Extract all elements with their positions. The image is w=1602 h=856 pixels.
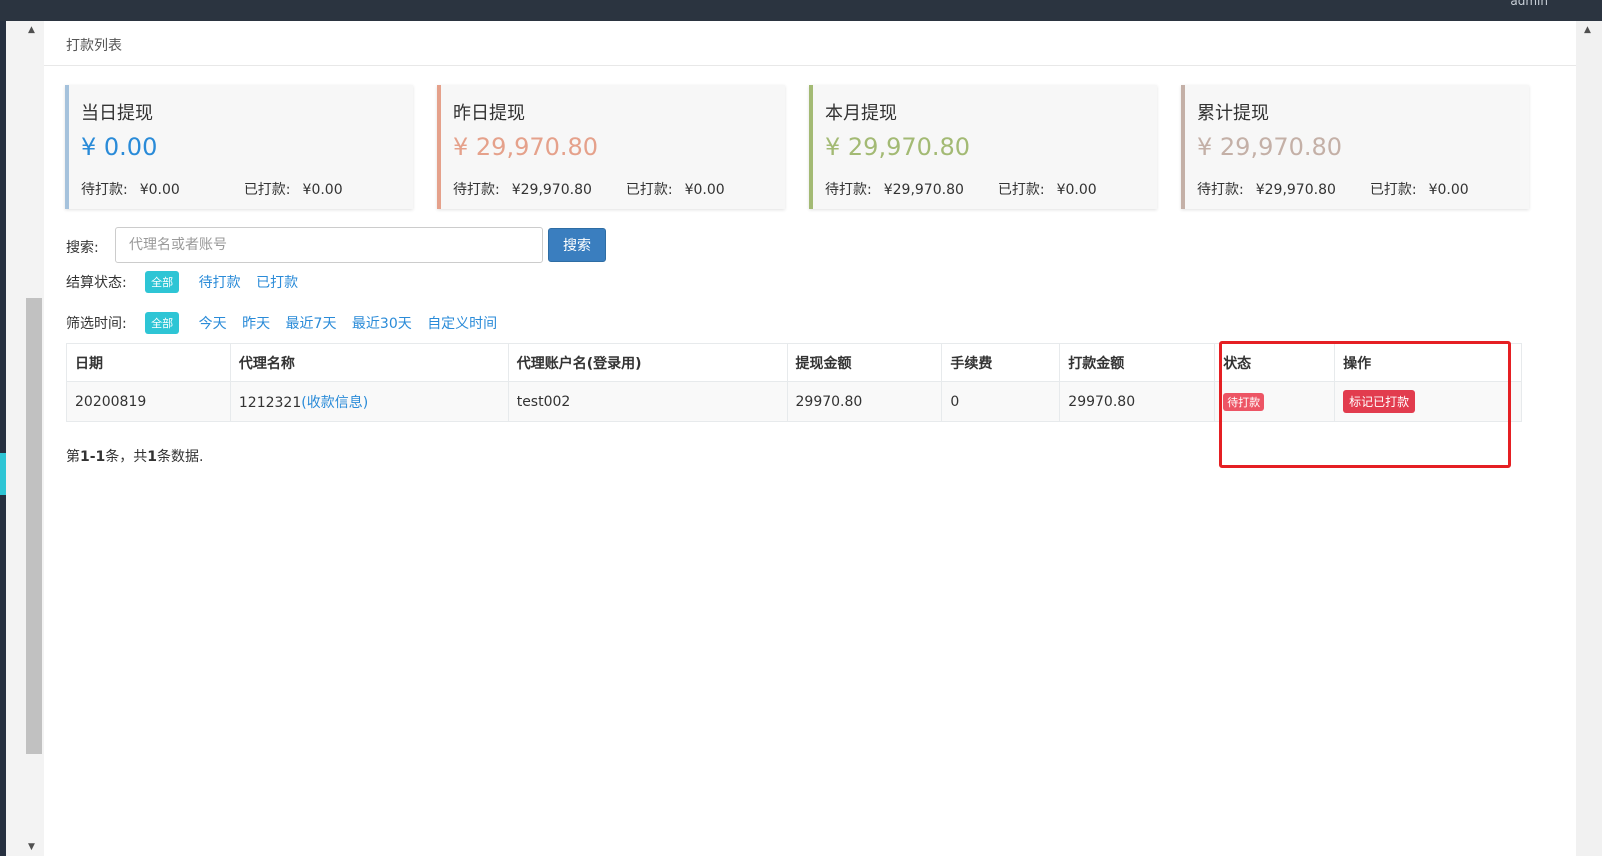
- cell-date: 20200819: [66, 381, 231, 422]
- left-scrollbar[interactable]: ▲ ▼: [6, 21, 44, 856]
- time-filter-custom[interactable]: 自定义时间: [427, 316, 497, 332]
- status-filter-pending[interactable]: 待打款: [199, 275, 241, 291]
- time-filter-label: 筛选时间:: [66, 316, 127, 332]
- col-withdraw-amount[interactable]: 提现金额: [786, 343, 943, 382]
- stat-sub: 待打款: ¥29,970.80 已打款: ¥0.00: [825, 179, 1109, 199]
- time-filter-row: 筛选时间: 全部 今天 昨天 最近7天 最近30天 自定义时间: [66, 312, 497, 334]
- right-scrollbar[interactable]: ▲: [1576, 21, 1602, 856]
- stat-card-yesterday: 昨日提现 ¥ 29,970.80 待打款: ¥29,970.80 已打款: ¥0.00: [437, 85, 785, 209]
- pending-value: ¥29,970.80: [511, 182, 592, 198]
- stat-amount: ¥ 29,970.80: [825, 133, 971, 161]
- time-filter-all[interactable]: 全部: [145, 312, 180, 334]
- paid-value: ¥0.00: [1056, 182, 1097, 198]
- cell-status: 待打款: [1214, 381, 1336, 422]
- stat-title: 本月提现: [825, 103, 897, 124]
- status-filter-label: 结算状态:: [66, 275, 127, 291]
- table-row: 20200819 1212321(收款信息) test002 29970.80 …: [66, 381, 1522, 422]
- paid-label: 已打款:: [625, 182, 673, 198]
- pending-label: 待打款:: [453, 182, 500, 198]
- paid-value: ¥0.00: [1428, 182, 1469, 198]
- scroll-up-icon[interactable]: ▲: [28, 25, 35, 35]
- pagination-summary: 第1-1条，共1条数据.: [66, 446, 204, 466]
- stat-card-total: 累计提现 ¥ 29,970.80 待打款: ¥29,970.80 已打款: ¥0.00: [1181, 85, 1529, 209]
- summary-range: 1-1: [80, 449, 106, 465]
- cell-withdraw: 29970.80: [786, 381, 943, 422]
- scrollbar-thumb[interactable]: [26, 298, 42, 754]
- cell-account: test002: [507, 381, 788, 422]
- stat-amount: ¥ 29,970.80: [453, 133, 599, 161]
- status-filter-all[interactable]: 全部: [145, 271, 180, 293]
- col-status: 状态: [1214, 343, 1336, 382]
- col-fee[interactable]: 手续费: [941, 343, 1061, 382]
- stat-sub: 待打款: ¥0.00 已打款: ¥0.00: [81, 179, 355, 199]
- agent-name: 1212321: [238, 394, 302, 411]
- paid-value: ¥0.00: [684, 182, 725, 198]
- paid-value: ¥0.00: [302, 182, 343, 198]
- cell-action: 标记已打款: [1334, 381, 1522, 422]
- col-agent-name[interactable]: 代理名称: [229, 343, 509, 382]
- time-filter-today[interactable]: 今天: [199, 316, 227, 332]
- col-action: 操作: [1334, 343, 1522, 382]
- stat-title: 当日提现: [81, 103, 153, 124]
- stat-sub: 待打款: ¥29,970.80 已打款: ¥0.00: [453, 179, 737, 199]
- scroll-up-icon[interactable]: ▲: [1584, 25, 1591, 35]
- pending-value: ¥29,970.80: [1255, 182, 1336, 198]
- col-date[interactable]: 日期: [66, 343, 231, 382]
- search-input[interactable]: [115, 227, 543, 263]
- summary-suffix: 条数据.: [157, 449, 204, 465]
- paid-label: 已打款:: [243, 182, 291, 198]
- pending-label: 待打款:: [1197, 182, 1244, 198]
- top-bar: admin: [0, 0, 1602, 21]
- panel-title: 打款列表: [44, 21, 1576, 66]
- pending-value: ¥0.00: [139, 182, 180, 198]
- stat-card-month: 本月提现 ¥ 29,970.80 待打款: ¥29,970.80 已打款: ¥0.00: [809, 85, 1157, 209]
- col-agent-account[interactable]: 代理账户名(登录用): [507, 343, 788, 382]
- stat-amount: ¥ 0.00: [81, 133, 158, 161]
- payment-list-panel: 打款列表 当日提现 ¥ 0.00 待打款: ¥0.00 已打款: ¥0.00 昨日提现…: [44, 21, 1576, 856]
- status-filter-row: 结算状态: 全部 待打款 已打款: [66, 271, 298, 293]
- stat-card-today: 当日提现 ¥ 0.00 待打款: ¥0.00 已打款: ¥0.00: [65, 85, 413, 209]
- pending-label: 待打款:: [81, 182, 128, 198]
- scroll-down-icon[interactable]: ▼: [28, 842, 35, 852]
- col-paid-amount[interactable]: 打款金额: [1059, 343, 1216, 382]
- status-badge: 待打款: [1223, 392, 1265, 411]
- time-filter-30days[interactable]: 最近30天: [352, 316, 412, 332]
- search-button[interactable]: 搜索: [548, 228, 606, 262]
- payment-table: 日期 代理名称 代理账户名(登录用) 提现金额 手续费 打款金额 状态 操作 2…: [66, 343, 1522, 422]
- stat-sub: 待打款: ¥29,970.80 已打款: ¥0.00: [1197, 179, 1481, 199]
- paid-label: 已打款:: [1369, 182, 1417, 198]
- summary-mid: 条，共: [105, 449, 148, 465]
- user-name[interactable]: admin: [1510, 0, 1548, 8]
- summary-prefix: 第: [66, 449, 80, 465]
- cell-paid: 29970.80: [1059, 381, 1216, 422]
- paid-label: 已打款:: [997, 182, 1045, 198]
- cell-agent: 1212321(收款信息): [229, 381, 509, 422]
- stat-title: 累计提现: [1197, 103, 1269, 124]
- summary-total: 1: [147, 449, 158, 465]
- pending-label: 待打款:: [825, 182, 872, 198]
- mark-paid-button[interactable]: 标记已打款: [1343, 390, 1416, 413]
- time-filter-yesterday[interactable]: 昨天: [242, 316, 270, 332]
- stat-amount: ¥ 29,970.80: [1197, 133, 1343, 161]
- time-filter-7days[interactable]: 最近7天: [286, 316, 337, 332]
- pending-value: ¥29,970.80: [883, 182, 964, 198]
- cell-fee: 0: [941, 381, 1061, 422]
- stat-title: 昨日提现: [453, 103, 525, 124]
- payment-info-link[interactable]: (收款信息): [301, 395, 368, 411]
- table-header-row: 日期 代理名称 代理账户名(登录用) 提现金额 手续费 打款金额 状态 操作: [66, 343, 1522, 382]
- search-label: 搜索:: [66, 240, 99, 256]
- status-filter-paid[interactable]: 已打款: [256, 275, 298, 291]
